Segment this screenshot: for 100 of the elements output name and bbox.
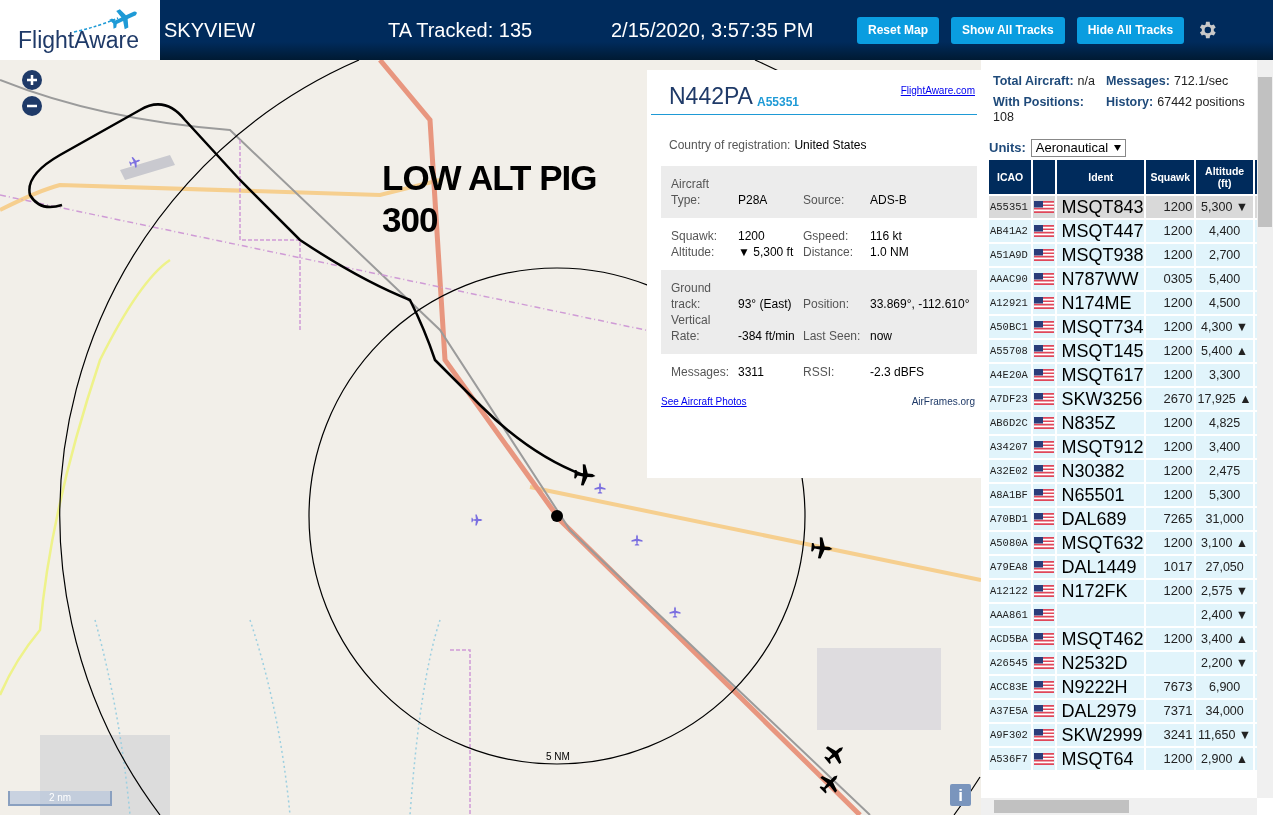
flag-icon [1034, 465, 1055, 478]
field-label: Ground track: [671, 280, 713, 312]
flag-icon [1034, 513, 1055, 526]
table-cell: 3,300 [1196, 363, 1253, 386]
table-cell: A7DF23 [989, 387, 1032, 410]
table-cell: 1200 [1146, 363, 1195, 386]
table-cell: MSQT912 [1057, 435, 1145, 458]
table-cell: 4,500 [1196, 291, 1253, 314]
field-value: -2.3 dBFS [870, 364, 926, 380]
field-label: Gspeed: [803, 228, 850, 244]
units-dropdown[interactable]: Aeronautical [1030, 138, 1127, 157]
table-cell: MSQT462 [1057, 627, 1145, 650]
flag-icon [1034, 441, 1055, 454]
table-cell: A55708 [989, 339, 1032, 362]
table-cell: 17,925 ▲ [1196, 387, 1253, 410]
column-header[interactable]: Squawk [1146, 159, 1195, 194]
table-cell: A26545 [989, 651, 1032, 674]
table-row[interactable]: A50BC1 MSQT734 1200 4,300 ▼ [989, 315, 1257, 338]
table-cell: A9F302 [989, 723, 1032, 746]
flag-icon [1034, 681, 1055, 694]
airplane-icon[interactable] [811, 537, 833, 559]
field-label: Source: [803, 192, 846, 208]
horizontal-scrollbar[interactable] [981, 798, 1257, 815]
field-label: Messages: [671, 364, 731, 380]
table-row[interactable]: A7DF23 SKW3256 2670 17,925 ▲ [989, 387, 1257, 410]
table-row[interactable]: A79EA8 DAL1449 1017 27,050 [989, 555, 1257, 578]
table-row[interactable]: A34207 MSQT912 1200 3,400 [989, 435, 1257, 458]
table-row[interactable]: A536F7 MSQT64 1200 2,900 ▲ [989, 747, 1257, 770]
table-row[interactable]: ACC83E N9222H 7673 6,900 [989, 675, 1257, 698]
table-cell: A32E02 [989, 459, 1032, 482]
table-cell: N2532D [1057, 651, 1145, 674]
table-cell: A55351 [989, 195, 1032, 218]
airplane-icon[interactable] [824, 746, 844, 765]
table-cell: 7265 [1146, 507, 1195, 530]
table-row[interactable]: AAA861 2,400 ▼ [989, 603, 1257, 626]
table-row[interactable]: AB6D2C N835Z 1200 4,825 [989, 411, 1257, 434]
table-cell: A5080A [989, 531, 1032, 554]
column-header[interactable]: Altitude (ft) [1196, 159, 1253, 194]
field-label: Last Seen: [803, 328, 862, 344]
table-row[interactable]: A12921 N174ME 1200 4,500 [989, 291, 1257, 314]
airplane-icon[interactable] [819, 775, 838, 794]
table-cell: 1200 [1146, 219, 1195, 242]
table-cell: 1200 [1146, 747, 1195, 770]
column-header [1033, 159, 1056, 194]
table-cell: ACD5BA [989, 627, 1032, 650]
table-row[interactable]: A4E20A MSQT617 1200 3,300 [989, 363, 1257, 386]
table-row[interactable]: A55351 MSQT843 1200 5,300 ▼ [989, 195, 1257, 218]
table-cell: 2,575 ▼ [1196, 579, 1253, 602]
table-row[interactable]: A26545 N2532D 2,200 ▼ [989, 651, 1257, 674]
zoom-in-icon[interactable] [22, 70, 42, 90]
table-cell: N835Z [1057, 411, 1145, 434]
table-row[interactable]: AB41A2 MSQT447 1200 4,400 [989, 219, 1257, 242]
table-cell: N9222H [1057, 675, 1145, 698]
field-label: RSSI: [803, 364, 836, 380]
table-cell: MSQT447 [1057, 219, 1145, 242]
airplane-icon[interactable] [574, 464, 596, 486]
stat-text: History: 67442 positions [1106, 95, 1246, 110]
zoom-out-icon[interactable] [22, 96, 42, 116]
table-row[interactable]: A55708 MSQT145 1200 5,400 ▲ [989, 339, 1257, 362]
table-row[interactable]: A8A1BF N65501 1200 5,300 [989, 483, 1257, 506]
flag-icon [1034, 369, 1055, 382]
table-row[interactable]: A5080A MSQT632 1200 3,100 ▲ [989, 531, 1257, 554]
flag-icon [1034, 417, 1055, 430]
table-cell: AB41A2 [989, 219, 1032, 242]
table-row[interactable]: A32E02 N30382 1200 2,475 [989, 459, 1257, 482]
table-row[interactable]: A9F302 SKW2999 3241 11,650 ▼ [989, 723, 1257, 746]
table-cell: AB6D2C [989, 411, 1032, 434]
vertical-scrollbar[interactable] [1257, 60, 1273, 798]
airframes-link[interactable]: AirFrames.org [911, 394, 975, 409]
table-cell: A37E5A [989, 699, 1032, 722]
table-row[interactable]: ACD5BA MSQT462 1200 3,400 ▲ [989, 627, 1257, 650]
table-cell: 5,400 ▲ [1196, 339, 1253, 362]
field-label: Country of registration: [669, 137, 791, 154]
table-row[interactable]: A70BD1 DAL689 7265 31,000 [989, 507, 1257, 530]
stat-text: Messages: 712.1/sec [1106, 74, 1230, 89]
flag-icon [1034, 489, 1055, 502]
table-cell: 2,200 ▼ [1196, 651, 1253, 674]
field-label: Vertical Rate: [671, 312, 712, 344]
table-row[interactable]: A37E5A DAL2979 7371 34,000 [989, 699, 1257, 722]
icao-code: A55351 [756, 96, 799, 108]
website-link[interactable]: FlightAware.com [900, 83, 975, 98]
table-cell: 27,050 [1196, 555, 1253, 578]
flag-icon [1034, 537, 1055, 550]
map-annotation: LOW ALT PIG 300 [382, 157, 597, 241]
table-cell: 3,400 [1196, 435, 1253, 458]
flag-icon [1034, 609, 1055, 622]
photos-link[interactable]: See Aircraft Photos [661, 394, 747, 409]
flag-icon [1034, 633, 1055, 646]
table-row[interactable]: A12122 N172FK 1200 2,575 ▼ [989, 579, 1257, 602]
column-header[interactable]: Ident [1057, 159, 1145, 194]
table-cell: 31,000 [1196, 507, 1253, 530]
table-cell: 7371 [1146, 699, 1195, 722]
table-row[interactable]: A51A9D MSQT938 1200 2,700 [989, 243, 1257, 266]
table-cell: 34,000 [1196, 699, 1253, 722]
field-value: 116 kt [870, 228, 903, 244]
table-cell: 3,100 ▲ [1196, 531, 1253, 554]
flag-icon [1034, 249, 1055, 262]
column-header[interactable]: ICAO [989, 159, 1032, 194]
aircraft-registration: N442PA [669, 85, 753, 108]
table-row[interactable]: AAAC90 N787WW 0305 5,400 [989, 267, 1257, 290]
